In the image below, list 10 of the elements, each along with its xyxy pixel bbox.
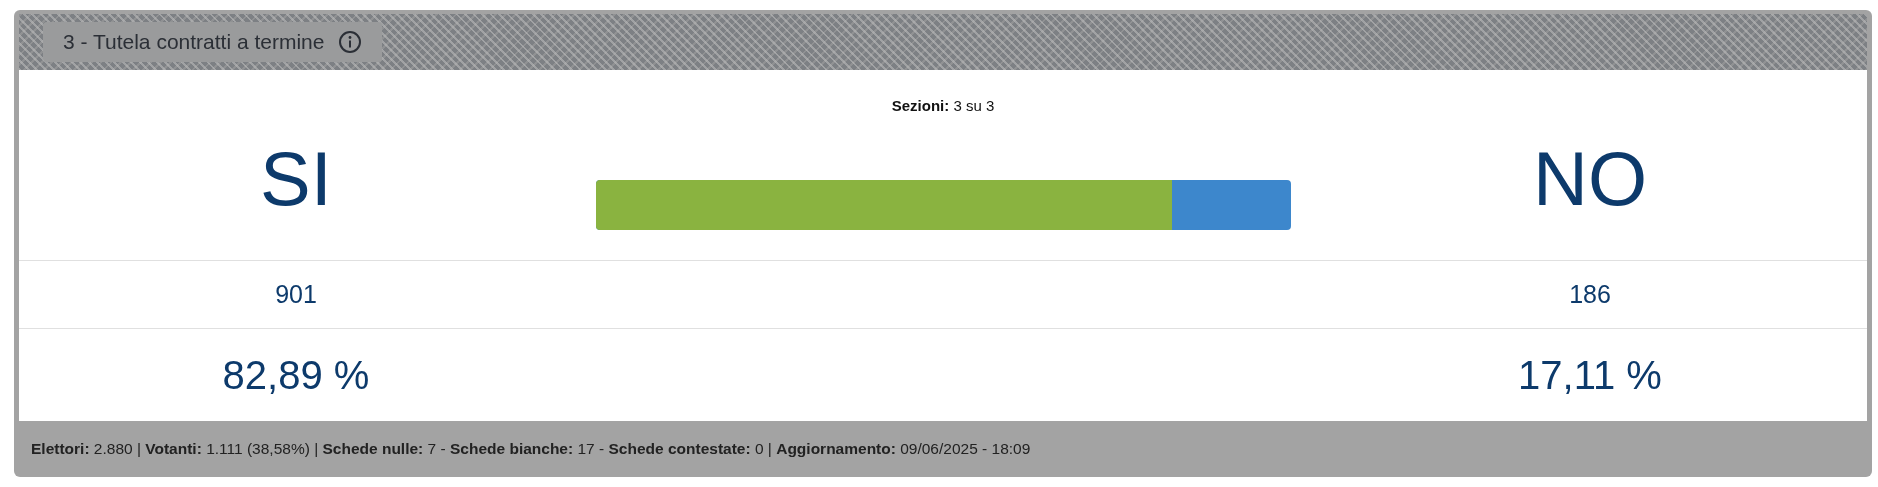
vote-count: 186 [1569, 280, 1611, 309]
vote-count: 901 [275, 280, 317, 309]
option-label: SI [260, 134, 332, 222]
vote-percent: 17,11 % [1518, 352, 1662, 398]
vote-percent: 82,89 % [222, 352, 370, 398]
turnout-summary: Elettori: 2.880 | Votanti: 1.111 (38,58%) | Schede nulle: 7 - Schede bianche: 17 - Schede contestate: 0 | Aggiornamento: 09/06/2025 - 18:09 [31, 440, 1031, 458]
option-label: NO [1533, 134, 1647, 222]
sections-count: Sezioni: 3 su 3 [891, 97, 995, 114]
card-title: 3 - Tutela contratti a termine [63, 30, 325, 54]
info-icon[interactable] [338, 30, 363, 54]
